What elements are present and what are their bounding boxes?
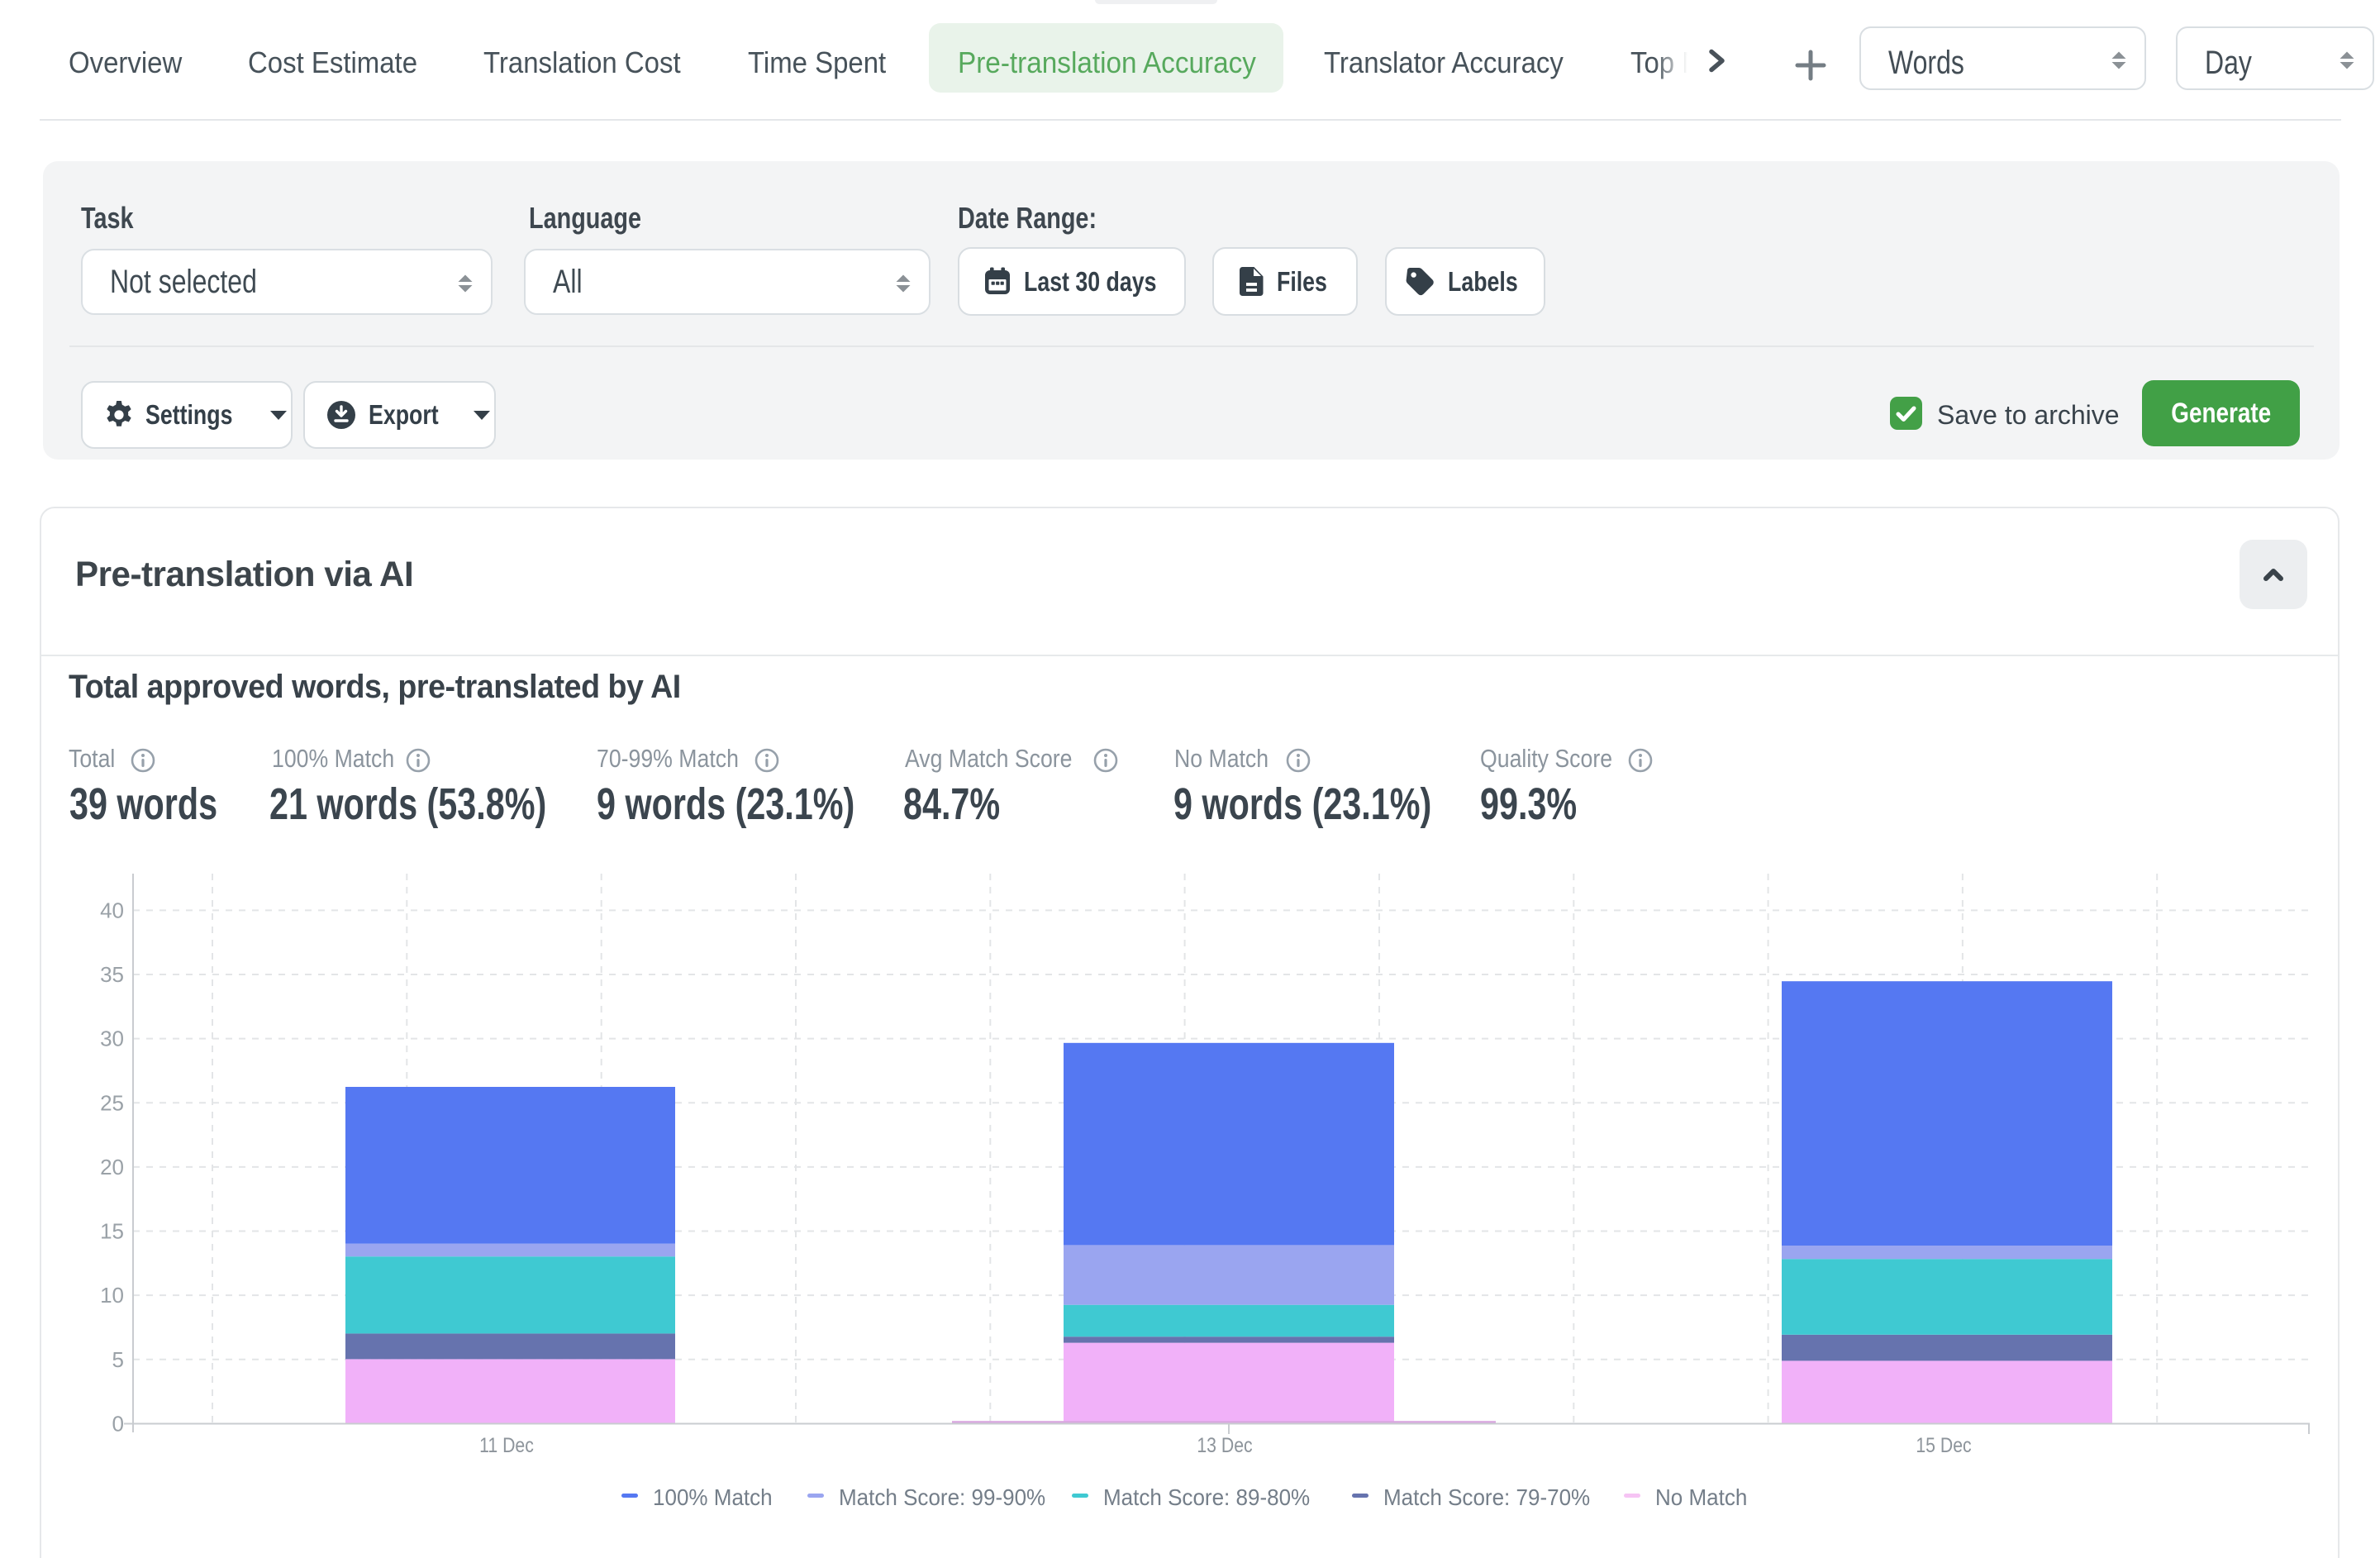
svg-text:20: 20	[100, 1155, 124, 1179]
svg-text:No Match: No Match	[1655, 1484, 1747, 1510]
svg-text:Match Score: 99-90%: Match Score: 99-90%	[839, 1484, 1045, 1510]
svg-text:35: 35	[100, 962, 124, 987]
svg-text:10: 10	[100, 1283, 124, 1308]
svg-text:Match Score: 89-80%: Match Score: 89-80%	[1103, 1484, 1310, 1510]
svg-text:0: 0	[112, 1412, 124, 1437]
svg-text:25: 25	[100, 1090, 124, 1115]
svg-text:15 Dec: 15 Dec	[1916, 1433, 1971, 1456]
svg-text:11 Dec: 11 Dec	[479, 1433, 534, 1456]
svg-text:13 Dec: 13 Dec	[1197, 1433, 1252, 1456]
svg-text:Match Score: 79-70%: Match Score: 79-70%	[1383, 1484, 1590, 1510]
svg-text:5: 5	[112, 1347, 124, 1372]
svg-text:30: 30	[100, 1027, 124, 1051]
svg-text:40: 40	[100, 898, 124, 922]
svg-text:100% Match: 100% Match	[653, 1484, 773, 1510]
svg-text:15: 15	[100, 1219, 124, 1244]
